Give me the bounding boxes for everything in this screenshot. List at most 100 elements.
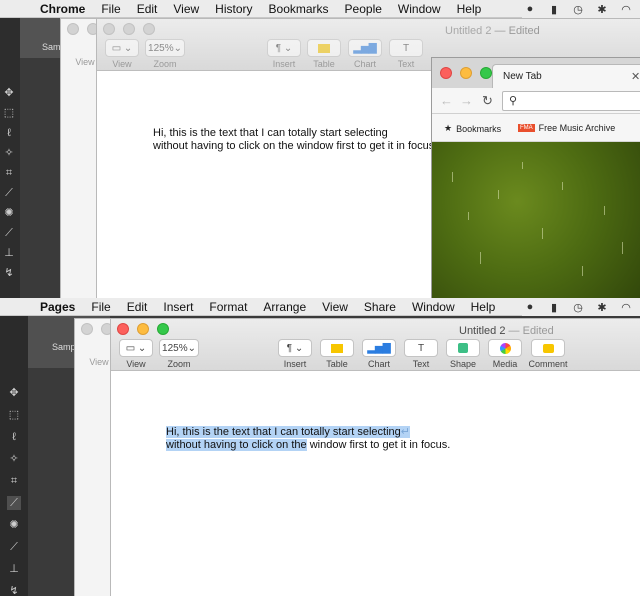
back-icon[interactable]: ←: [440, 93, 453, 108]
wifi-icon[interactable]: ◠: [618, 301, 634, 314]
brush-tool-icon[interactable]: ⟋: [2, 226, 16, 240]
heal-tool-icon[interactable]: ✺: [7, 518, 21, 532]
comment-button[interactable]: [531, 339, 565, 357]
tab-new-tab[interactable]: New Tab ✕: [492, 64, 640, 88]
history-brush-icon[interactable]: ↯: [2, 266, 16, 280]
menu-file[interactable]: File: [101, 2, 120, 16]
menu-view[interactable]: View: [173, 2, 199, 16]
menu-help[interactable]: Help: [471, 300, 496, 314]
move-tool-icon[interactable]: ✥: [7, 386, 21, 400]
zoom-button[interactable]: [157, 323, 169, 335]
chart-button[interactable]: ▂▅▇: [362, 339, 396, 357]
stamp-tool-icon[interactable]: ⊥: [7, 562, 21, 576]
toolbar-label-table: Table: [326, 359, 348, 369]
photoshop-toolbar: ✥ ⬚ ℓ ✧ ⌗ ⟋ ✺ ⟋ ⊥ ↯: [0, 316, 28, 596]
bookmark-free-music-archive[interactable]: FMA Free Music Archive: [518, 123, 615, 133]
menu-edit[interactable]: Edit: [137, 2, 158, 16]
toolbar-label-chart: Chart: [353, 59, 376, 69]
history-brush-icon[interactable]: ↯: [7, 584, 21, 596]
omnibox[interactable]: ⚲: [502, 91, 640, 111]
minimize-button[interactable]: [123, 23, 135, 35]
close-button[interactable]: [67, 23, 79, 35]
rain-streak: [582, 266, 583, 276]
marquee-tool-icon[interactable]: ⬚: [2, 106, 16, 120]
window-controls: [103, 23, 155, 35]
edited-status[interactable]: — Edited: [509, 325, 554, 337]
menu-file[interactable]: File: [91, 300, 110, 314]
heal-tool-icon[interactable]: ✺: [2, 206, 16, 220]
reload-icon[interactable]: ↻: [482, 93, 493, 109]
close-tab-icon[interactable]: ✕: [631, 70, 640, 83]
menu-share[interactable]: Share: [364, 300, 396, 314]
close-button[interactable]: [103, 23, 115, 35]
insert-button[interactable]: ¶ ⌄: [278, 339, 312, 357]
time-machine-icon[interactable]: ◷: [570, 301, 586, 314]
audio-icon[interactable]: ▮: [546, 301, 562, 314]
zoom-select[interactable]: 125% ⌄: [145, 39, 185, 57]
menu-window[interactable]: Window: [398, 2, 441, 16]
menu-app-name[interactable]: Pages: [40, 300, 75, 314]
text-button[interactable]: T: [404, 339, 438, 357]
menu-format[interactable]: Format: [209, 300, 247, 314]
table-button[interactable]: [320, 339, 354, 357]
menu-edit[interactable]: Edit: [127, 300, 148, 314]
shape-button[interactable]: [446, 339, 480, 357]
close-button[interactable]: [81, 323, 93, 335]
time-machine-icon[interactable]: ◷: [570, 3, 586, 16]
magic-wand-icon[interactable]: ✧: [2, 146, 16, 160]
rain-streak: [604, 206, 605, 215]
toolbar-label-comment: Comment: [528, 359, 568, 369]
zoom-button[interactable]: [143, 23, 155, 35]
crop-tool-icon[interactable]: ⌗: [7, 474, 21, 488]
audio-icon[interactable]: ▮: [546, 3, 562, 16]
view-button[interactable]: ▭ ⌄: [105, 39, 139, 57]
text-button[interactable]: T: [389, 39, 423, 57]
menu-arrange[interactable]: Arrange: [263, 300, 306, 314]
minimize-button[interactable]: [460, 67, 472, 79]
menu-window[interactable]: Window: [412, 300, 455, 314]
menu-help[interactable]: Help: [457, 2, 482, 16]
media-button[interactable]: [488, 339, 522, 357]
marquee-tool-icon[interactable]: ⬚: [7, 408, 21, 422]
chart-button[interactable]: ▂▅▇: [348, 39, 382, 57]
creative-cloud-icon[interactable]: ●: [522, 3, 538, 15]
lasso-tool-icon[interactable]: ℓ: [2, 126, 16, 140]
table-button[interactable]: [307, 39, 341, 57]
document-line-2: without having to click on the window fi…: [166, 439, 450, 452]
minimize-button[interactable]: [137, 323, 149, 335]
pages-window[interactable]: Untitled 2 — Edited ▭ ⌄ View 125% ⌄ Zoom …: [110, 318, 640, 596]
close-button[interactable]: [117, 323, 129, 335]
menu-app-name[interactable]: Chrome: [40, 2, 85, 16]
eyedropper-tool-icon[interactable]: ⟋: [2, 186, 16, 200]
magic-wand-icon[interactable]: ✧: [7, 452, 21, 466]
menu-view[interactable]: View: [322, 300, 348, 314]
chrome-window[interactable]: New Tab ✕ ← → ↻ ⚲ ★ Bookmarks FMA Free M…: [431, 57, 640, 298]
menu-insert[interactable]: Insert: [163, 300, 193, 314]
move-tool-icon[interactable]: ✥: [2, 86, 16, 100]
document-body[interactable]: Hi, this is the text that I can totally …: [153, 127, 437, 153]
bluetooth-icon[interactable]: ✱: [594, 301, 610, 314]
menu-bookmarks[interactable]: Bookmarks: [269, 2, 329, 16]
brush-tool-icon[interactable]: ⟋: [7, 540, 21, 554]
stamp-tool-icon[interactable]: ⊥: [2, 246, 16, 260]
lasso-tool-icon[interactable]: ℓ: [7, 430, 21, 444]
document-body[interactable]: Hi, this is the text that I can totally …: [166, 426, 450, 452]
view-button[interactable]: ▭ ⌄: [119, 339, 153, 357]
wifi-icon[interactable]: ◠: [618, 3, 634, 16]
menu-people[interactable]: People: [345, 2, 382, 16]
zoom-select[interactable]: 125% ⌄: [159, 339, 199, 357]
bluetooth-icon[interactable]: ✱: [594, 3, 610, 16]
bookmark-bookmarks[interactable]: ★ Bookmarks: [444, 123, 501, 134]
edited-status[interactable]: — Edited: [495, 25, 540, 37]
crop-tool-icon[interactable]: ⌗: [2, 166, 16, 180]
toolbar-label-text: Text: [397, 59, 415, 69]
insert-button[interactable]: ¶ ⌄: [267, 39, 301, 57]
menu-history[interactable]: History: [215, 2, 252, 16]
forward-icon[interactable]: →: [460, 93, 473, 108]
document-title: Untitled 2: [459, 325, 506, 337]
paragraph-icon: ¶ ⌄: [286, 342, 304, 354]
zoom-button[interactable]: [480, 67, 492, 79]
eyedropper-tool-icon[interactable]: ⟋: [7, 496, 21, 510]
creative-cloud-icon[interactable]: ●: [522, 301, 538, 313]
close-button[interactable]: [440, 67, 452, 79]
